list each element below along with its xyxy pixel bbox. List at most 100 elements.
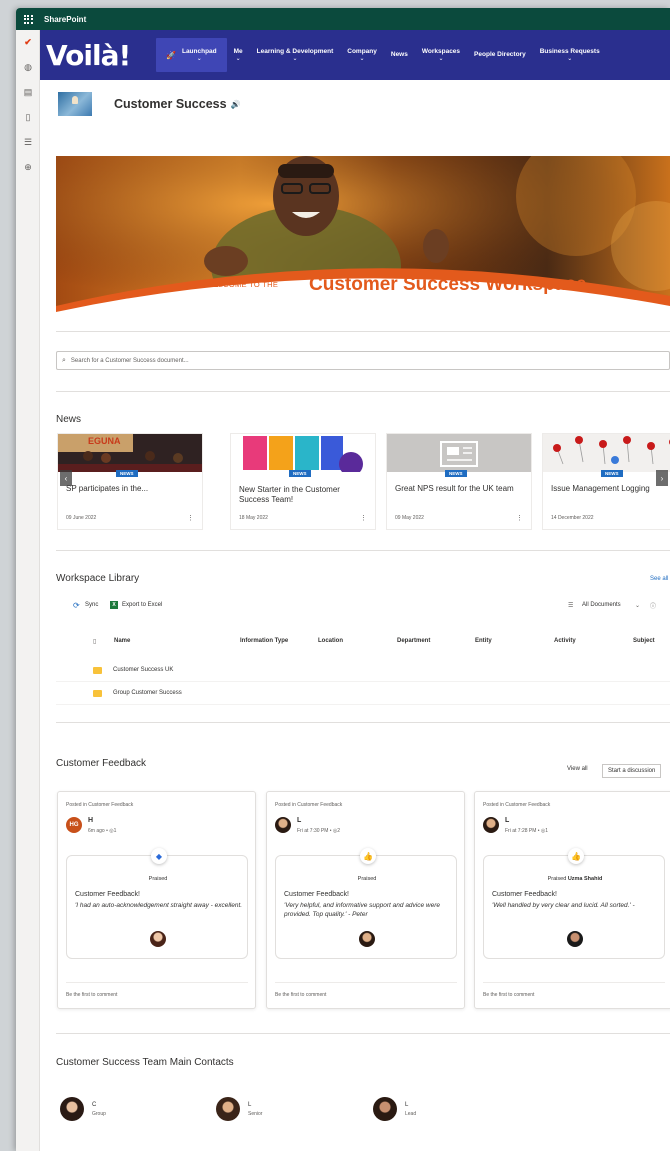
- chevron-down-icon: ⌄: [359, 56, 365, 62]
- carousel-next-icon[interactable]: ›: [656, 470, 668, 486]
- site-title[interactable]: Customer Success: [114, 97, 227, 111]
- praised-label: Praised: [276, 876, 458, 882]
- feedback-card[interactable]: Posted in Customer Feedback HG H 6m ago …: [57, 791, 256, 1009]
- avatar[interactable]: [373, 1097, 397, 1121]
- author-name[interactable]: L: [297, 817, 301, 824]
- see-all-link[interactable]: See all: [650, 576, 668, 582]
- nav-company[interactable]: Company ⌄: [340, 30, 384, 80]
- table-row[interactable]: Customer Success UK: [56, 660, 670, 682]
- nav-launchpad[interactable]: 🚀 Launchpad ⌄: [156, 38, 227, 72]
- column-name[interactable]: Name: [114, 638, 130, 644]
- news-carousel: EGUNA NEWS SP participates in the... 09 …: [56, 433, 670, 530]
- checkmark-icon[interactable]: ✔: [16, 30, 40, 55]
- news-date: 09 June 2022: [66, 515, 97, 521]
- column-activity[interactable]: Activity: [554, 638, 576, 644]
- site-logo[interactable]: [58, 92, 92, 116]
- chevron-down-icon[interactable]: ⌄: [635, 602, 640, 609]
- library-title: Workspace Library: [56, 573, 140, 584]
- news-title-text[interactable]: Issue Management Logging: [551, 484, 670, 494]
- news-feed-icon[interactable]: ▤: [16, 80, 40, 105]
- praised-label: Praised: [67, 876, 249, 882]
- nav-launchpad-label: Launchpad: [181, 48, 217, 55]
- praise-box: 👍 Praised Customer Feedback! 'Very helpf…: [275, 848, 458, 959]
- comment-prompt[interactable]: Be the first to comment: [275, 992, 326, 998]
- news-card[interactable]: EGUNA NEWS SP participates in the... 09 …: [57, 433, 203, 530]
- avatar[interactable]: [567, 931, 583, 947]
- speaker-icon[interactable]: 🔊: [231, 100, 241, 109]
- search-box[interactable]: ⌕ Search for a Customer Success document…: [56, 351, 670, 370]
- news-title-text[interactable]: New Starter in the Customer Success Team…: [239, 485, 367, 505]
- avatar[interactable]: [483, 817, 499, 833]
- news-card[interactable]: NEWS Issue Management Logging 14 Decembe…: [542, 433, 670, 530]
- nav-people-directory[interactable]: People Directory: [467, 30, 533, 80]
- news-date: 18 May 2022: [239, 515, 268, 521]
- thumbs-up-icon: 👍: [568, 848, 584, 864]
- add-circle-icon[interactable]: ⊕: [16, 155, 40, 180]
- news-card[interactable]: NEWS Great NPS result for the UK team 09…: [386, 433, 532, 530]
- nav-learning[interactable]: Learning & Development ⌄: [250, 30, 341, 80]
- news-badge: NEWS: [445, 470, 467, 477]
- contact-name[interactable]: C: [92, 1102, 96, 1108]
- nav-business-requests[interactable]: Business Requests ⌄: [533, 30, 607, 80]
- site-header: Customer Success 🔊: [40, 80, 670, 128]
- nav-me[interactable]: Me ⌄: [227, 30, 250, 80]
- view-selector[interactable]: All Documents: [582, 602, 621, 608]
- folder-name[interactable]: Group Customer Success: [113, 690, 182, 696]
- avatar[interactable]: [60, 1097, 84, 1121]
- voila-logo[interactable]: Voilà!: [46, 39, 156, 72]
- more-icon[interactable]: ⋮: [187, 514, 194, 522]
- feedback-quote: 'Very helpful, and informative support a…: [284, 902, 441, 918]
- document-icon[interactable]: ▯: [16, 105, 40, 130]
- thumbs-up-icon: 👍: [360, 848, 376, 864]
- nav-news-label: News: [390, 51, 408, 58]
- sharepoint-window: SharePoint ✔ ◍ ▤ ▯ ☰ ⊕ Voilà! 🚀 Launchpa…: [16, 8, 670, 1151]
- nav-company-label: Company: [347, 48, 377, 55]
- table-row[interactable]: Group Customer Success: [56, 683, 670, 705]
- info-icon[interactable]: ⓘ: [650, 601, 656, 610]
- nav-me-label: Me: [233, 48, 243, 55]
- news-image: [387, 434, 531, 472]
- column-location[interactable]: Location: [318, 638, 343, 644]
- contact-name[interactable]: L: [248, 1102, 251, 1108]
- suite-brand[interactable]: SharePoint: [44, 15, 86, 24]
- feedback-card[interactable]: Posted in Customer Feedback L Fri at 7:3…: [266, 791, 465, 1009]
- file-type-icon[interactable]: ▯: [93, 638, 96, 645]
- globe-icon[interactable]: ◍: [16, 55, 40, 80]
- feedback-card[interactable]: Posted in Customer Feedback L Fri at 7:2…: [474, 791, 670, 1009]
- column-entity[interactable]: Entity: [475, 638, 492, 644]
- list-icon[interactable]: ☰: [16, 130, 40, 155]
- folder-name[interactable]: Customer Success UK: [113, 667, 173, 673]
- news-title-text[interactable]: SP participates in the...: [66, 484, 194, 494]
- praised-name[interactable]: Uzma Shahid: [568, 876, 603, 882]
- column-department[interactable]: Department: [397, 638, 430, 644]
- export-excel-button[interactable]: Export to Excel: [122, 602, 162, 608]
- avatar[interactable]: [359, 931, 375, 947]
- avatar[interactable]: HG: [66, 817, 82, 833]
- column-information-type[interactable]: Information Type: [240, 638, 288, 644]
- nav-news[interactable]: News: [384, 30, 415, 80]
- app-launcher-icon[interactable]: [16, 8, 40, 30]
- avatar[interactable]: [150, 931, 166, 947]
- start-discussion-button[interactable]: Start a discussion: [602, 764, 662, 778]
- carousel-prev-icon[interactable]: ‹: [60, 470, 72, 486]
- more-icon[interactable]: ⋮: [360, 514, 367, 522]
- nav-workspaces[interactable]: Workspaces ⌄: [415, 30, 467, 80]
- section-divider: [56, 550, 670, 551]
- praised-label: Praised Uzma Shahid: [484, 876, 666, 882]
- comment-prompt[interactable]: Be the first to comment: [483, 992, 534, 998]
- column-subject[interactable]: Subject: [633, 638, 655, 644]
- author-name[interactable]: H: [88, 817, 93, 824]
- view-all-link[interactable]: View all: [567, 766, 588, 772]
- contact-name[interactable]: L: [405, 1102, 408, 1108]
- author-name[interactable]: L: [505, 817, 509, 824]
- news-title-text[interactable]: Great NPS result for the UK team: [395, 484, 523, 494]
- contact-role: Senior: [248, 1111, 263, 1117]
- sync-button[interactable]: Sync: [85, 602, 98, 608]
- avatar[interactable]: [216, 1097, 240, 1121]
- comment-prompt[interactable]: Be the first to comment: [66, 992, 117, 998]
- feedback-heading: Customer Feedback!: [284, 891, 349, 898]
- more-icon[interactable]: ⋮: [516, 514, 523, 522]
- news-card[interactable]: NEWS New Starter in the Customer Success…: [230, 433, 376, 530]
- library-command-bar: ⟳ Sync X Export to Excel ☰ All Documents…: [56, 598, 670, 612]
- avatar[interactable]: [275, 817, 291, 833]
